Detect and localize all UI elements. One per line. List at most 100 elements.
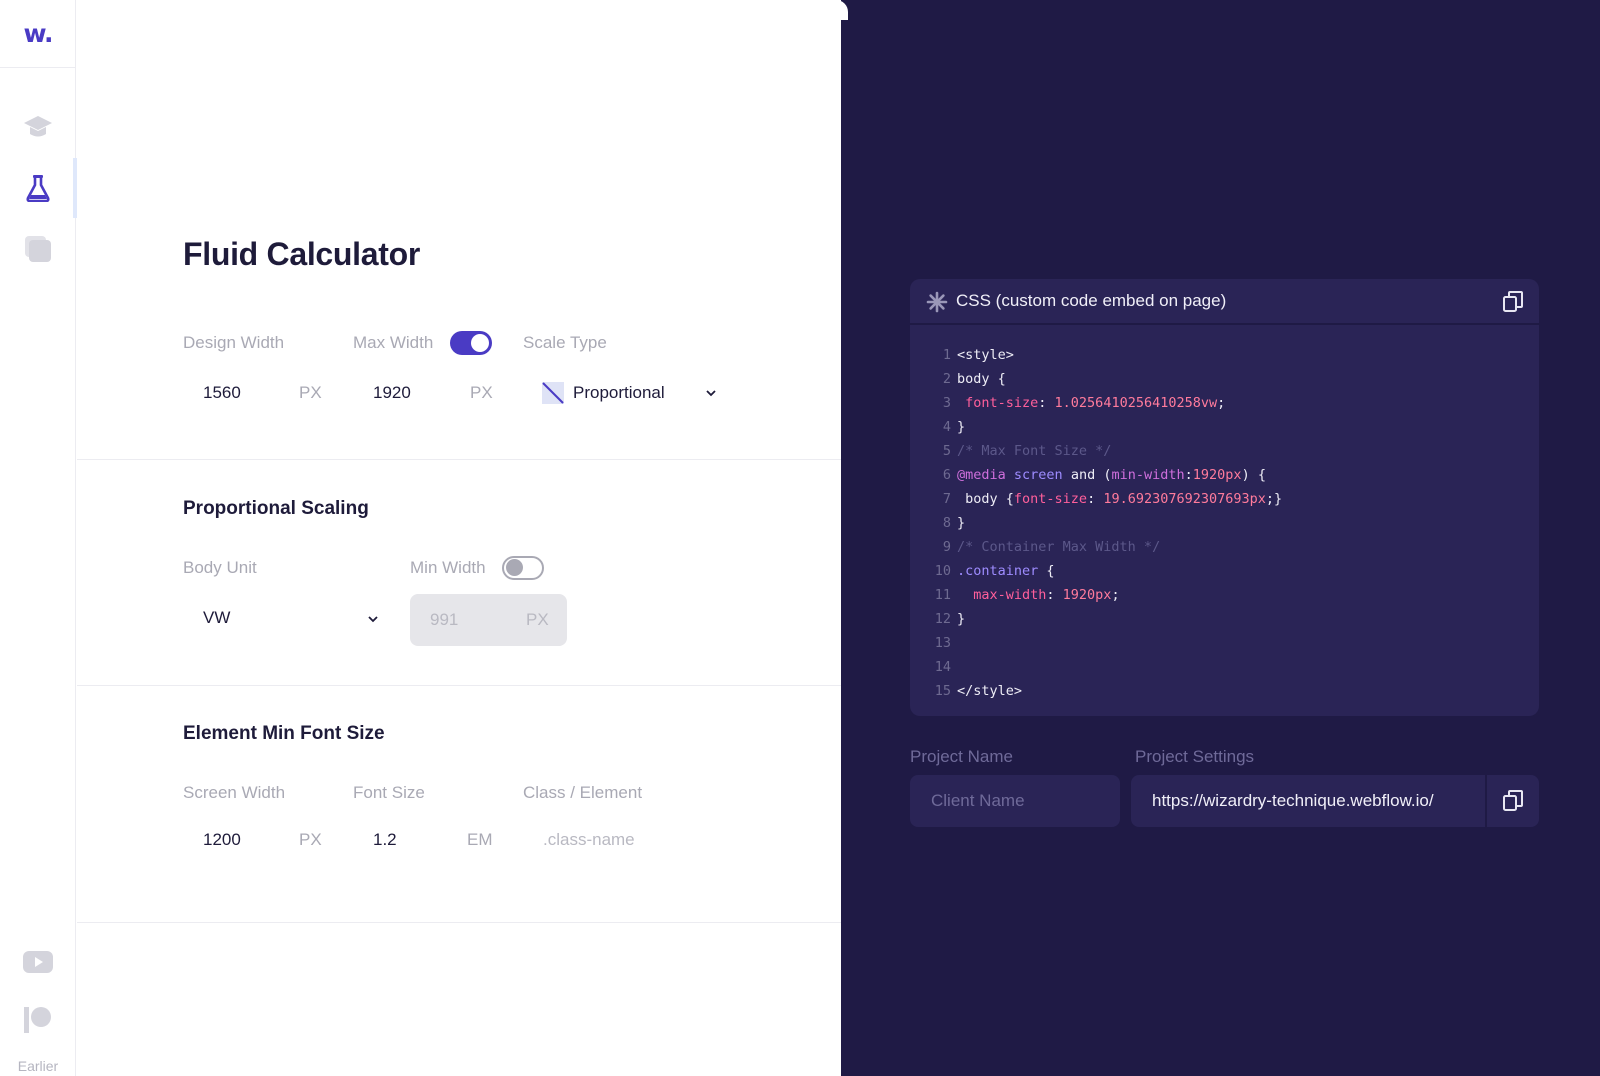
max-width-input[interactable]: 1920 xyxy=(373,383,411,403)
min-width-input: 991 xyxy=(430,610,459,629)
screen-width-input[interactable]: 1200 xyxy=(203,830,241,850)
code-line: 13 xyxy=(910,631,1539,655)
asterisk-icon xyxy=(926,291,948,313)
min-width-field: 991 PX xyxy=(410,594,567,646)
toggle-knob xyxy=(471,334,489,352)
patreon-link[interactable] xyxy=(0,992,76,1048)
code-token: ) { xyxy=(1241,467,1266,483)
screen-width-label: Screen Width xyxy=(183,783,286,802)
code-token: @media xyxy=(957,467,1006,483)
line-number: 4 xyxy=(942,419,951,435)
nav-lab[interactable] xyxy=(0,158,77,218)
body-unit-value: VW xyxy=(203,608,231,627)
nav-library[interactable] xyxy=(0,221,76,277)
code-line: 4} xyxy=(910,415,1539,439)
code-token: 19.692307692307693px xyxy=(1103,491,1266,507)
code-header: CSS (custom code embed on page) xyxy=(910,279,1539,325)
code-lines[interactable]: 1 <style> 2 body { 3 font-size: 1.0256410256… xyxy=(910,343,1539,703)
code-line: 2 body { xyxy=(910,367,1539,391)
code-line: 11 max-width: 1920px; xyxy=(910,583,1539,607)
design-width-input[interactable]: 1560 xyxy=(203,383,241,403)
project-name-field[interactable]: Client Name xyxy=(910,775,1120,827)
youtube-icon xyxy=(23,951,53,973)
code-line: 1 <style> xyxy=(910,343,1539,367)
code-line: 15 </style> xyxy=(910,679,1539,703)
line-number: 14 xyxy=(934,659,951,675)
earlier-label[interactable]: Earlier xyxy=(0,1058,76,1074)
project-settings-value: https://wizardry-technique.webflow.io/ xyxy=(1152,791,1434,810)
code-token: body { xyxy=(957,491,1014,507)
code-token: ; xyxy=(1217,395,1226,411)
patreon-icon xyxy=(24,1007,51,1033)
css-code-card: CSS (custom code embed on page) 1 <style>… xyxy=(910,279,1539,716)
line-number: 8 xyxy=(942,515,951,531)
copy-code-button[interactable] xyxy=(1487,279,1539,328)
chevron-down-icon xyxy=(706,390,716,397)
code-line: 14 xyxy=(910,655,1539,679)
code-token: </style> xyxy=(957,683,1023,699)
code-token: 1.0256410256410258vw xyxy=(1054,395,1218,411)
code-token: body { xyxy=(957,371,1006,387)
logo[interactable]: w. xyxy=(0,0,76,68)
min-width-toggle[interactable] xyxy=(502,556,544,580)
code-token: and ( xyxy=(1062,467,1112,483)
code-text: } xyxy=(957,607,965,631)
body-unit-select[interactable]: VW xyxy=(183,604,383,634)
code-text: .container { xyxy=(957,559,1055,583)
code-text: @media screen and (min-width:1920px) { xyxy=(957,463,1266,487)
copy-url-button[interactable] xyxy=(1485,775,1539,827)
code-text: </style> xyxy=(957,679,1022,703)
element-min-title: Element Min Font Size xyxy=(183,723,385,744)
code-token: 1920px xyxy=(1062,587,1112,603)
page-title: Fluid Calculator xyxy=(183,236,420,272)
code-token: : xyxy=(1046,587,1063,603)
copy-icon xyxy=(1503,790,1523,811)
flask-icon xyxy=(26,175,50,202)
section-divider xyxy=(77,685,841,686)
code-text: body { xyxy=(957,367,1006,391)
nav-learn[interactable] xyxy=(0,99,76,155)
code-token: : xyxy=(1087,491,1104,507)
logo-text: w. xyxy=(23,19,54,48)
code-text: } xyxy=(957,415,965,439)
max-width-toggle[interactable] xyxy=(450,331,492,355)
code-token: { xyxy=(1038,563,1055,579)
code-line: 7 body {font-size: 19.692307692307693px;… xyxy=(910,487,1539,511)
line-number: 10 xyxy=(934,563,951,579)
code-text: } xyxy=(957,511,965,535)
code-token: /* Container Max Width */ xyxy=(957,539,1161,555)
screen-width-unit: PX xyxy=(299,830,322,849)
font-size-input[interactable]: 1.2 xyxy=(373,830,397,850)
line-number: 3 xyxy=(942,395,951,411)
class-element-input[interactable]: .class-name xyxy=(543,830,635,850)
line-number: 1 xyxy=(942,347,951,363)
min-width-label: Min Width xyxy=(410,558,486,577)
line-number: 9 xyxy=(942,539,951,555)
code-token: .container xyxy=(957,563,1039,579)
line-number: 7 xyxy=(942,491,951,507)
code-token: ; xyxy=(1111,587,1120,603)
code-token: } xyxy=(957,515,966,531)
youtube-link[interactable] xyxy=(0,934,76,990)
body-unit-label: Body Unit xyxy=(183,558,257,577)
project-settings-field[interactable]: https://wizardry-technique.webflow.io/ xyxy=(1131,775,1485,827)
line-number: 6 xyxy=(942,467,951,483)
proportional-scale-icon xyxy=(542,382,564,404)
class-element-label: Class / Element xyxy=(523,783,643,802)
code-token: font-size xyxy=(1013,491,1088,507)
calculator-panel: Fluid Calculator Design Width Max Width … xyxy=(77,0,841,1076)
code-token: max-width xyxy=(957,587,1047,603)
code-token: } xyxy=(957,419,966,435)
design-width-label: Design Width xyxy=(183,333,285,352)
graduation-cap-icon xyxy=(24,116,52,137)
line-number: 2 xyxy=(942,371,951,387)
code-token: } xyxy=(957,611,966,627)
scale-type-select[interactable]: Proportional xyxy=(542,380,802,408)
line-number: 11 xyxy=(934,587,951,603)
code-line: 12} xyxy=(910,607,1539,631)
code-token: <style> xyxy=(957,347,1014,363)
code-text: font-size: 1.0256410256410258vw; xyxy=(957,391,1225,415)
code-text: /* Max Font Size */ xyxy=(957,439,1111,463)
stack-icon xyxy=(25,236,51,262)
